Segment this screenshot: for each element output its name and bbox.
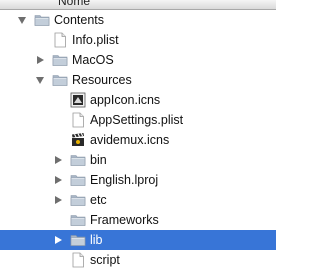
tree-row[interactable]: MacOS [0, 50, 276, 70]
document-icon [70, 252, 86, 268]
tree-item-label: English.lproj [90, 173, 159, 187]
disclosure-collapsed-icon[interactable] [55, 175, 62, 184]
folder-icon [52, 72, 68, 88]
tree-row[interactable]: script [0, 250, 276, 270]
folder-icon [70, 232, 86, 248]
document-icon [70, 112, 86, 128]
disclosure-collapsed-icon[interactable] [55, 195, 62, 204]
tree-row[interactable]: Contents [0, 10, 276, 30]
tree-item-label: Resources [72, 73, 132, 87]
icns-file-icon [70, 92, 86, 108]
folder-icon [70, 192, 86, 208]
folder-icon [52, 52, 68, 68]
disclosure-collapsed-icon[interactable] [55, 155, 62, 164]
tree-item-label: etc [90, 193, 107, 207]
tree-item-label: bin [90, 153, 107, 167]
tree-item-label: lib [90, 233, 103, 247]
tree-row[interactable]: etc [0, 190, 276, 210]
tree-row[interactable]: AppSettings.plist [0, 110, 276, 130]
tree-item-label: appIcon.icns [90, 93, 161, 107]
tree-row[interactable]: Info.plist [0, 30, 276, 50]
tree-row[interactable]: English.lproj [0, 170, 276, 190]
tree-row[interactable]: avidemux.icns [0, 130, 276, 150]
tree-item-label: Frameworks [90, 213, 159, 227]
tree-item-label: Info.plist [72, 33, 119, 47]
disclosure-collapsed-icon[interactable] [37, 55, 44, 64]
column-header[interactable]: Nome [0, 0, 276, 10]
tree-row[interactable]: Resources [0, 70, 276, 90]
folder-icon [34, 12, 50, 28]
tree-row[interactable]: Frameworks [0, 210, 276, 230]
disclosure-expanded-icon[interactable] [18, 17, 26, 24]
document-icon [52, 32, 68, 48]
tree-item-label: AppSettings.plist [90, 113, 184, 127]
folder-icon [70, 152, 86, 168]
tree-item-label: Contents [54, 13, 105, 27]
tree-row[interactable]: bin [0, 150, 276, 170]
tree-item-label: MacOS [72, 53, 114, 67]
tree-item-label: avidemux.icns [90, 133, 170, 147]
disclosure-expanded-icon[interactable] [36, 77, 44, 84]
tree-row[interactable]: appIcon.icns [0, 90, 276, 110]
folder-icon [70, 172, 86, 188]
clapperboard-icon [70, 132, 86, 148]
disclosure-collapsed-icon[interactable] [55, 235, 62, 244]
tree-item-label: script [90, 253, 120, 267]
column-header-label: Nome [58, 0, 91, 8]
folder-icon [70, 212, 86, 228]
tree-row[interactable]: lib [0, 230, 276, 250]
